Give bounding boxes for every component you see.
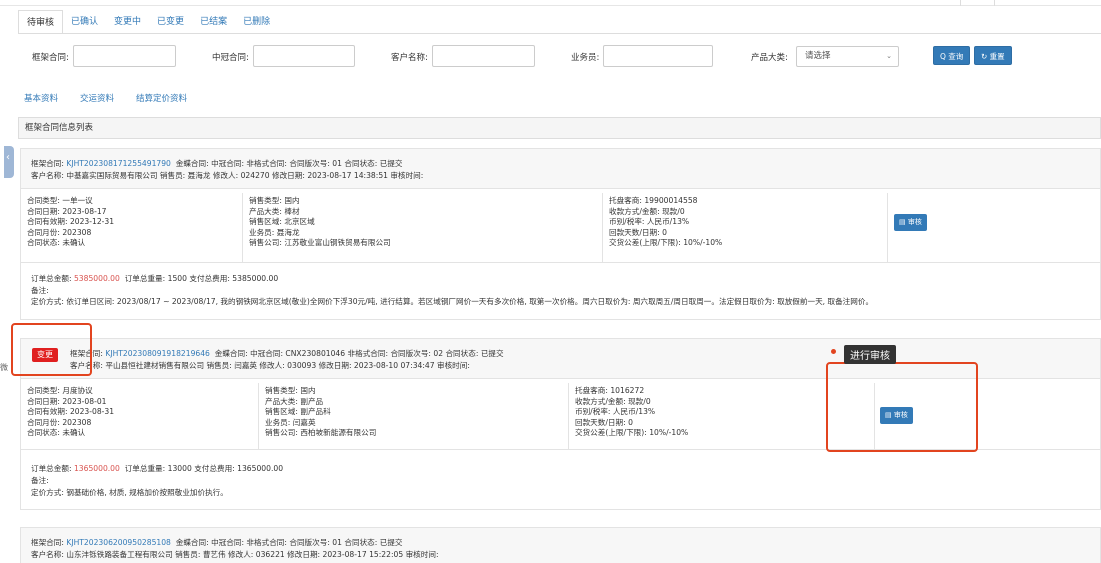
frame-contract-label: 框架合同:: [32, 53, 69, 63]
search-form: 框架合同: 中冠合同: 客户名称: 业务员: 产品大类: 请选择 ⌄ Q 查询 …: [18, 41, 1101, 75]
contract-header-line2: 客户名称: 山东沣铄铁路装备工程有限公司 销售员: 曹艺伟 修改人: 03622…: [31, 550, 439, 559]
query-button[interactable]: Q 查询: [933, 46, 971, 65]
contract-card-header: 框架合同: KJHT202306200950285108 金蝶合同: 中冠合同:…: [21, 528, 1100, 563]
remark: 备注:: [31, 286, 49, 295]
chevron-left-icon: ‹: [6, 152, 10, 163]
salesman-input[interactable]: [603, 45, 713, 67]
pricing-method: 定价方式: 钢基础价格, 材质, 规格加价按照敬业加价执行。: [31, 488, 228, 497]
frame-contract-link[interactable]: KJHT202306200950285108: [66, 538, 171, 547]
reset-button[interactable]: ↻ 重置: [974, 46, 1012, 65]
top-strip: [0, 0, 1101, 6]
contract-card: 框架合同: KJHT202306200950285108 金蝶合同: 中冠合同:…: [20, 527, 1101, 563]
status-tabs: 待审核 已确认 变更中 已变更 已结案 已删除: [18, 10, 278, 34]
order-total-amount: 5385000.00: [73, 274, 120, 283]
frame-contract-input[interactable]: [73, 45, 176, 67]
contract-header-line1: 框架合同: KJHT202308171255491790 金蝶合同: 中冠合同:…: [31, 159, 403, 168]
tab-changed[interactable]: 已变更: [149, 10, 192, 34]
customer-name-label: 客户名称:: [391, 53, 428, 63]
contract-header-line1: 框架合同: KJHT202306200950285108 金蝶合同: 中冠合同:…: [31, 538, 403, 547]
detail-col-contract: 合同类型: 月度协议 合同日期: 2023-08-01 合同有效期: 2023-08…: [21, 383, 259, 449]
subtab-basic[interactable]: 基本资料: [24, 92, 58, 104]
tab-confirmed[interactable]: 已确认: [63, 10, 106, 34]
side-edge-text: 微: [0, 363, 8, 372]
tab-changing[interactable]: 变更中: [106, 10, 149, 34]
category-select[interactable]: 请选择 ⌄: [796, 46, 899, 67]
subtab-settlement[interactable]: 结算定价资料: [136, 92, 187, 104]
pricing-method: 定价方式: 依订单日区间: 2023/08/17 ~ 2023/08/17, 我…: [31, 297, 874, 306]
tab-divider: [18, 33, 1101, 34]
annotation-dot: [831, 349, 836, 354]
category-label: 产品大类:: [751, 53, 788, 63]
zg-contract-input[interactable]: [253, 45, 355, 67]
detail-col-sales: 销售类型: 国内 产品大类: 副产品 销售区域: 副产品科 业务员: 闫嘉英 销售公司:…: [259, 383, 569, 449]
frame-contract-link[interactable]: KJHT202308091918219646: [105, 349, 210, 358]
detail-col-sales: 销售类型: 国内 产品大类: 棒材 销售区域: 北京区域 业务员: 聂海龙 销售公司: …: [243, 193, 603, 262]
customer-name-input[interactable]: [432, 45, 535, 67]
salesman-label: 业务员:: [571, 53, 600, 63]
detail-col-contract: 合同类型: 一单一议 合同日期: 2023-08-17 合同有效期: 2023-12…: [21, 193, 243, 262]
remark: 备注:: [31, 476, 49, 485]
order-total-amount: 1365000.00: [73, 464, 120, 473]
order-summary: 订单总金额: 5385000.00 订单总重量: 1500 支付总费用: 538…: [31, 274, 279, 283]
tab-deleted[interactable]: 已删除: [235, 10, 278, 34]
order-summary: 订单总金额: 1365000.00 订单总重量: 13000 支付总费用: 13…: [31, 464, 284, 473]
panel-title: 框架合同信息列表: [18, 117, 1101, 139]
tab-closed[interactable]: 已结案: [192, 10, 235, 34]
contract-card-header: 框架合同: KJHT202308171255491790 金蝶合同: 中冠合同:…: [21, 149, 1100, 189]
contract-detail-grid: 合同类型: 一单一议 合同日期: 2023-08-17 合同有效期: 2023-12…: [21, 193, 1100, 263]
sub-tabs: 基本资料 交运资料 结算定价资料: [24, 92, 209, 104]
annotation-box-change: [11, 323, 92, 376]
zg-contract-label: 中冠合同:: [212, 53, 249, 63]
contract-header-line2: 客户名称: 平山县恒社建材销售有限公司 销售员: 闫嘉英 修改人: 030093…: [70, 361, 470, 370]
detail-col-payment: 托盘客商: 19900014558 收款方式/金额: 现款/0 币别/税率: 人民币…: [603, 193, 888, 262]
category-select-value: 请选择: [805, 51, 831, 61]
frame-contract-link[interactable]: KJHT202308171255491790: [66, 159, 171, 168]
audit-button[interactable]: ▤ 审核: [894, 214, 927, 231]
tab-pending[interactable]: 待审核: [18, 10, 64, 34]
tooltip: 进行审核: [844, 345, 896, 364]
contract-header-line2: 客户名称: 中基嘉实国际贸易有限公司 销售员: 聂海龙 修改人: 024270 …: [31, 171, 424, 180]
contract-card: 框架合同: KJHT202308171255491790 金蝶合同: 中冠合同:…: [20, 148, 1101, 320]
annotation-box-audit: [826, 362, 978, 452]
chevron-down-icon: ⌄: [886, 52, 892, 60]
detail-col-actions: ▤ 审核: [888, 193, 1101, 262]
contract-header-line1: 框架合同: KJHT202308091918219646 金蝶合同: 中冠合同:…: [70, 349, 504, 358]
subtab-shipping[interactable]: 交运资料: [80, 92, 114, 104]
